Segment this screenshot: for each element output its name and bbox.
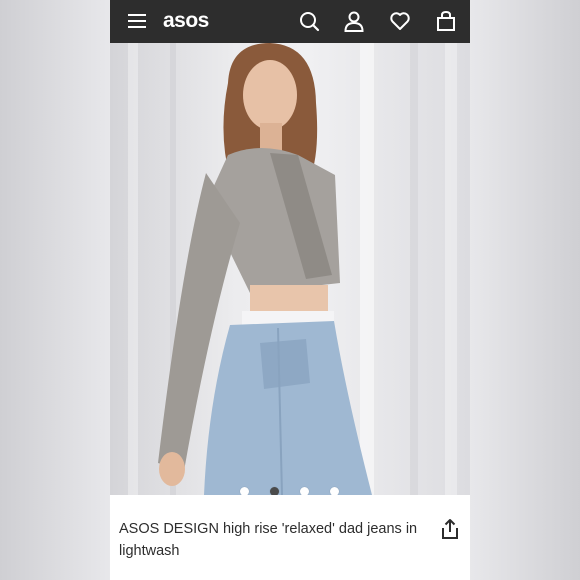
bag-icon[interactable]	[435, 10, 457, 32]
product-title: ASOS DESIGN high rise 'relaxed' dad jean…	[119, 521, 418, 559]
carousel-dot[interactable]	[330, 487, 339, 495]
image-carousel-indicators	[110, 487, 470, 495]
account-icon[interactable]	[343, 10, 365, 32]
product-photo-illustration	[128, 43, 457, 495]
menu-icon[interactable]	[126, 10, 148, 32]
search-icon[interactable]	[298, 10, 320, 32]
asos-logo[interactable]: asos	[163, 9, 209, 33]
carousel-dot-active[interactable]	[270, 487, 279, 495]
heart-icon[interactable]	[389, 10, 411, 32]
phone-screen: asos ASOS DESIGN high rise 'relaxed' dad…	[110, 0, 470, 580]
carousel-dot[interactable]	[240, 487, 249, 495]
product-image[interactable]	[110, 43, 470, 495]
carousel-dot[interactable]	[300, 487, 309, 495]
share-icon[interactable]	[439, 518, 461, 540]
top-navigation-bar: asos	[110, 0, 470, 43]
